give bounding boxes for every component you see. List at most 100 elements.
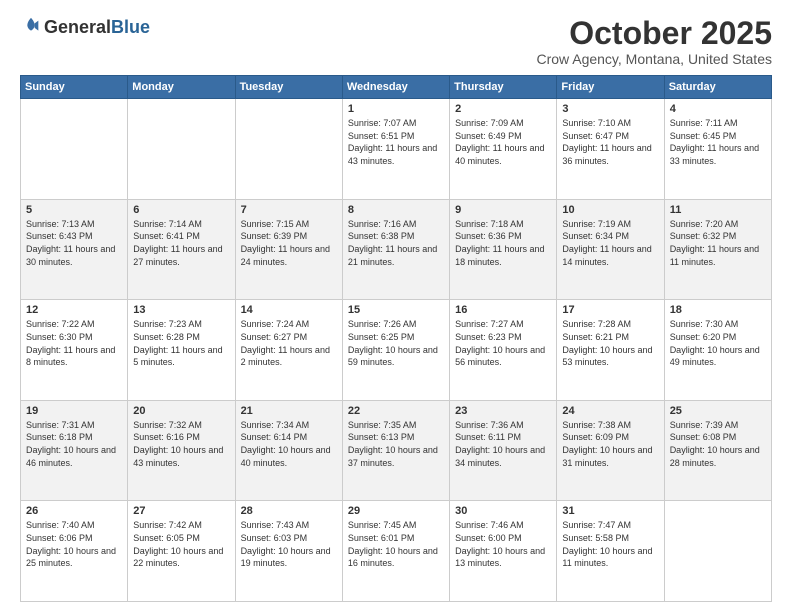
table-row: 15Sunrise: 7:26 AM Sunset: 6:25 PM Dayli… [342, 300, 449, 401]
table-row: 7 Sunrise: 7:15 AM Sunset: 6:39 PM Daylig… [235, 199, 342, 300]
header: GeneralBlue October 2025 Crow Agency, Mo… [20, 16, 772, 67]
day-info: Sunrise: 7:16 AM Sunset: 6:38 PM Dayligh… [348, 218, 444, 268]
day-info: Sunrise: 7:38 AM Sunset: 6:09 PM Dayligh… [562, 419, 658, 469]
calendar-table: Sunday Monday Tuesday Wednesday Thursday… [20, 75, 772, 602]
day-number: 26 [26, 505, 122, 517]
month-title: October 2025 [536, 16, 772, 51]
day-info: Sunrise: 7:35 AM Sunset: 6:13 PM Dayligh… [348, 419, 444, 469]
day-number: 12 [26, 304, 122, 316]
day-number: 8 [348, 204, 444, 216]
calendar-week-5: 26 Sunrise: 7:40 AM Sunset: 6:06 PM Dayli… [21, 501, 772, 602]
table-row: 12 Sunrise: 7:22 AM Sunset: 6:30 PM Dayli… [21, 300, 128, 401]
table-row [235, 99, 342, 200]
logo: GeneralBlue [20, 16, 150, 38]
logo-blue: Blue [111, 17, 150, 38]
day-info: Sunrise: 7:14 AM Sunset: 6:41 PM Dayligh… [133, 218, 229, 268]
col-tuesday: Tuesday [235, 76, 342, 99]
logo-icon [20, 16, 42, 38]
table-row: 14 Sunrise: 7:24 AM Sunset: 6:27 PM Dayli… [235, 300, 342, 401]
table-row: 27 Sunrise: 7:42 AM Sunset: 6:05 PM Dayli… [128, 501, 235, 602]
day-info: Sunrise: 7:43 AM Sunset: 6:03 PM Dayligh… [241, 519, 337, 569]
table-row: 9Sunrise: 7:18 AM Sunset: 6:36 PM Daylig… [450, 199, 557, 300]
day-number: 10 [562, 204, 658, 216]
day-number: 19 [26, 405, 122, 417]
day-info: Sunrise: 7:40 AM Sunset: 6:06 PM Dayligh… [26, 519, 122, 569]
col-thursday: Thursday [450, 76, 557, 99]
table-row: 25Sunrise: 7:39 AM Sunset: 6:08 PM Dayli… [664, 400, 771, 501]
day-number: 7 [241, 204, 337, 216]
day-info: Sunrise: 7:34 AM Sunset: 6:14 PM Dayligh… [241, 419, 337, 469]
table-row [664, 501, 771, 602]
table-row: 23Sunrise: 7:36 AM Sunset: 6:11 PM Dayli… [450, 400, 557, 501]
day-info: Sunrise: 7:28 AM Sunset: 6:21 PM Dayligh… [562, 318, 658, 368]
day-number: 17 [562, 304, 658, 316]
col-monday: Monday [128, 76, 235, 99]
table-row: 29Sunrise: 7:45 AM Sunset: 6:01 PM Dayli… [342, 501, 449, 602]
day-number: 14 [241, 304, 337, 316]
table-row: 28Sunrise: 7:43 AM Sunset: 6:03 PM Dayli… [235, 501, 342, 602]
day-info: Sunrise: 7:23 AM Sunset: 6:28 PM Dayligh… [133, 318, 229, 368]
table-row: 31 Sunrise: 7:47 AM Sunset: 5:58 PM Dayli… [557, 501, 664, 602]
table-row: 18 Sunrise: 7:30 AM Sunset: 6:20 PM Dayli… [664, 300, 771, 401]
table-row: 2 Sunrise: 7:09 AM Sunset: 6:49 PM Daylig… [450, 99, 557, 200]
day-number: 9 [455, 204, 551, 216]
col-friday: Friday [557, 76, 664, 99]
day-number: 20 [133, 405, 229, 417]
table-row: 13 Sunrise: 7:23 AM Sunset: 6:28 PM Dayli… [128, 300, 235, 401]
table-row: 3Sunrise: 7:10 AM Sunset: 6:47 PM Daylig… [557, 99, 664, 200]
day-number: 31 [562, 505, 658, 517]
day-info: Sunrise: 7:42 AM Sunset: 6:05 PM Dayligh… [133, 519, 229, 569]
table-row: 26 Sunrise: 7:40 AM Sunset: 6:06 PM Dayli… [21, 501, 128, 602]
day-number: 18 [670, 304, 766, 316]
day-number: 6 [133, 204, 229, 216]
col-saturday: Saturday [664, 76, 771, 99]
page: GeneralBlue October 2025 Crow Agency, Mo… [0, 0, 792, 612]
calendar-header-row: Sunday Monday Tuesday Wednesday Thursday… [21, 76, 772, 99]
day-number: 4 [670, 103, 766, 115]
calendar-week-4: 19 Sunrise: 7:31 AM Sunset: 6:18 PM Dayli… [21, 400, 772, 501]
table-row: 11 Sunrise: 7:20 AM Sunset: 6:32 PM Dayli… [664, 199, 771, 300]
day-number: 16 [455, 304, 551, 316]
day-info: Sunrise: 7:32 AM Sunset: 6:16 PM Dayligh… [133, 419, 229, 469]
day-number: 15 [348, 304, 444, 316]
table-row: 4Sunrise: 7:11 AM Sunset: 6:45 PM Daylig… [664, 99, 771, 200]
calendar-week-3: 12 Sunrise: 7:22 AM Sunset: 6:30 PM Dayli… [21, 300, 772, 401]
day-info: Sunrise: 7:22 AM Sunset: 6:30 PM Dayligh… [26, 318, 122, 368]
day-info: Sunrise: 7:09 AM Sunset: 6:49 PM Dayligh… [455, 117, 551, 167]
day-number: 1 [348, 103, 444, 115]
title-area: October 2025 Crow Agency, Montana, Unite… [536, 16, 772, 67]
table-row: 30Sunrise: 7:46 AM Sunset: 6:00 PM Dayli… [450, 501, 557, 602]
day-info: Sunrise: 7:19 AM Sunset: 6:34 PM Dayligh… [562, 218, 658, 268]
table-row: 22Sunrise: 7:35 AM Sunset: 6:13 PM Dayli… [342, 400, 449, 501]
location: Crow Agency, Montana, United States [536, 51, 772, 67]
table-row: 10 Sunrise: 7:19 AM Sunset: 6:34 PM Dayli… [557, 199, 664, 300]
day-info: Sunrise: 7:15 AM Sunset: 6:39 PM Dayligh… [241, 218, 337, 268]
table-row [21, 99, 128, 200]
day-number: 30 [455, 505, 551, 517]
day-number: 2 [455, 103, 551, 115]
calendar-week-1: 1Sunrise: 7:07 AM Sunset: 6:51 PM Daylig… [21, 99, 772, 200]
day-number: 21 [241, 405, 337, 417]
calendar-week-2: 5 Sunrise: 7:13 AM Sunset: 6:43 PM Daylig… [21, 199, 772, 300]
day-number: 29 [348, 505, 444, 517]
table-row: 19 Sunrise: 7:31 AM Sunset: 6:18 PM Dayli… [21, 400, 128, 501]
table-row: 21 Sunrise: 7:34 AM Sunset: 6:14 PM Dayli… [235, 400, 342, 501]
day-number: 13 [133, 304, 229, 316]
day-info: Sunrise: 7:27 AM Sunset: 6:23 PM Dayligh… [455, 318, 551, 368]
day-number: 11 [670, 204, 766, 216]
day-info: Sunrise: 7:30 AM Sunset: 6:20 PM Dayligh… [670, 318, 766, 368]
table-row [128, 99, 235, 200]
day-info: Sunrise: 7:20 AM Sunset: 6:32 PM Dayligh… [670, 218, 766, 268]
day-number: 25 [670, 405, 766, 417]
col-wednesday: Wednesday [342, 76, 449, 99]
day-info: Sunrise: 7:10 AM Sunset: 6:47 PM Dayligh… [562, 117, 658, 167]
logo-general: General [44, 17, 111, 38]
day-info: Sunrise: 7:13 AM Sunset: 6:43 PM Dayligh… [26, 218, 122, 268]
day-info: Sunrise: 7:47 AM Sunset: 5:58 PM Dayligh… [562, 519, 658, 569]
day-info: Sunrise: 7:24 AM Sunset: 6:27 PM Dayligh… [241, 318, 337, 368]
day-info: Sunrise: 7:31 AM Sunset: 6:18 PM Dayligh… [26, 419, 122, 469]
table-row: 17 Sunrise: 7:28 AM Sunset: 6:21 PM Dayli… [557, 300, 664, 401]
table-row: 8 Sunrise: 7:16 AM Sunset: 6:38 PM Daylig… [342, 199, 449, 300]
day-number: 27 [133, 505, 229, 517]
day-number: 5 [26, 204, 122, 216]
